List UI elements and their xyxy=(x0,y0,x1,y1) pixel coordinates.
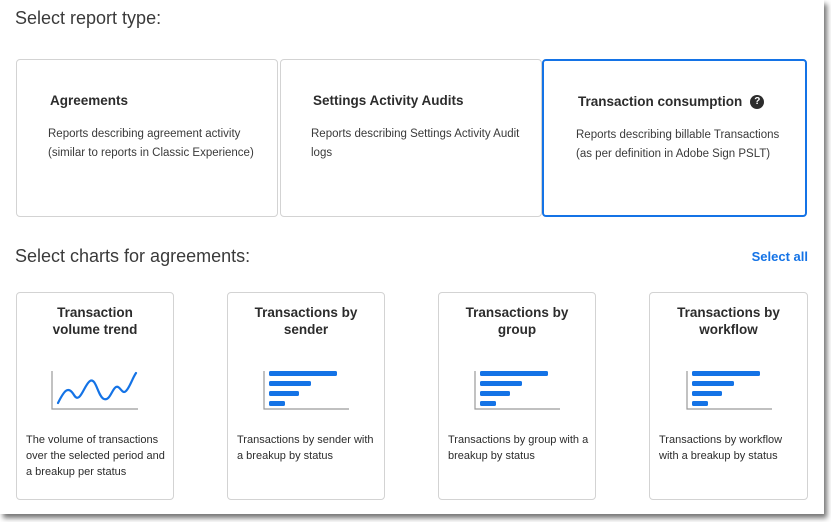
chart-card-description: The volume of transactions over the sele… xyxy=(26,434,165,478)
report-card-settings-activity-audits[interactable]: Settings Activity Audits Reports describ… xyxy=(280,59,542,217)
report-card-title: Settings Activity Audits xyxy=(313,93,464,108)
chart-card-title: Transactions by workflow xyxy=(677,305,780,337)
bar-chart-icon xyxy=(263,371,349,410)
chart-card-by-group[interactable]: Transactions by group Transactions by gr… xyxy=(438,292,596,500)
help-icon[interactable]: ? xyxy=(750,94,765,109)
report-card-transaction-consumption[interactable]: Transaction consumption ? Reports descri… xyxy=(542,59,807,217)
line-chart-icon xyxy=(51,371,138,410)
report-card-agreements[interactable]: Agreements Reports describing agreement … xyxy=(16,59,278,217)
report-type-heading: Select report type: xyxy=(15,8,162,28)
report-card-description: Reports describing agreement activity (s… xyxy=(48,128,254,159)
report-card-title: Agreements xyxy=(50,93,128,108)
report-card-description: Reports describing Settings Activity Aud… xyxy=(311,128,520,159)
chart-card-volume-trend[interactable]: Transaction volume trend The volume of t… xyxy=(16,292,174,500)
charts-heading: Select charts for agreements: xyxy=(15,246,251,266)
report-selection-panel: Select report type: Agreements Reports d… xyxy=(0,0,824,514)
report-card-title-text: Settings Activity Audits xyxy=(313,93,464,108)
chart-card-description: Transactions by sender with a breakup by… xyxy=(237,434,374,462)
chart-card-description: Transactions by workflow with a breakup … xyxy=(659,434,783,462)
bar-chart-icon xyxy=(474,371,560,410)
chart-card-title: Transactions by sender xyxy=(254,305,358,337)
report-card-title-text: Transaction consumption xyxy=(578,94,743,109)
report-card-title-text: Agreements xyxy=(50,93,129,108)
bar-chart-icon xyxy=(685,371,772,410)
chart-card-by-sender[interactable]: Transactions by sender Transactions by s… xyxy=(227,292,385,500)
chart-card-title: Transaction volume trend xyxy=(52,305,138,337)
chart-card-by-workflow[interactable]: Transactions by workflow Transactions by… xyxy=(649,292,808,500)
chart-card-title: Transactions by group xyxy=(465,305,569,337)
select-all-link[interactable]: Select all xyxy=(752,249,808,264)
report-card-title: Transaction consumption ? xyxy=(578,94,765,109)
chart-card-description: Transactions by group with a breakup by … xyxy=(448,434,589,462)
report-card-description: Reports describing billable Transactions… xyxy=(576,129,780,160)
